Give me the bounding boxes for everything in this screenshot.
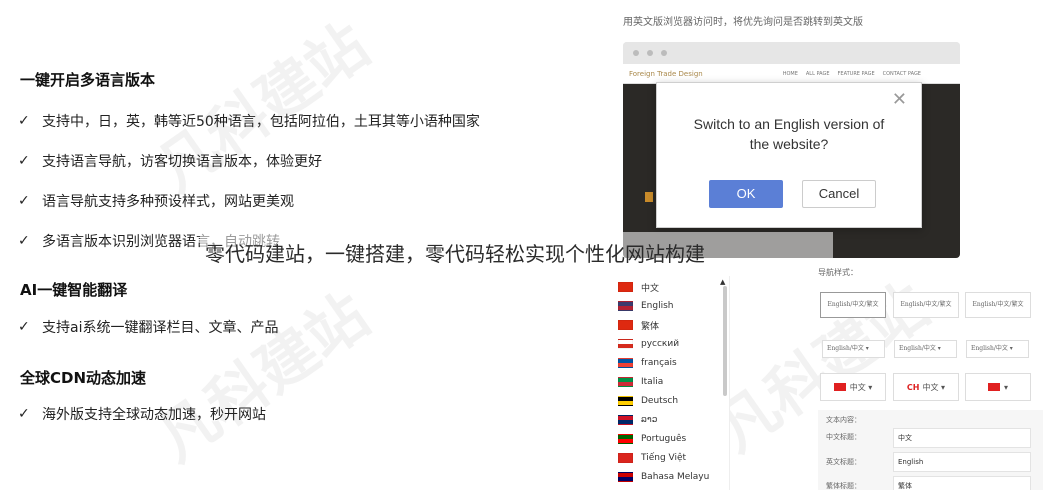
section-title-ai-translate: AI一键智能翻译 [20,281,128,299]
nav-style-dropdown[interactable]: English/中文 ▾ [894,340,957,358]
feature-text: 语言导航支持多种预设样式，网站更美观 [42,194,294,210]
flag-dropdown-label: 中文 ▾ [922,382,946,392]
section-title-cdn: 全球CDN动态加速 [20,369,147,387]
window-dot-icon [647,50,653,56]
check-icon: ✓ [18,319,30,335]
nav-style-flag-dropdown[interactable]: 中文 ▾ [820,373,886,401]
window-dot-icon [661,50,667,56]
check-icon: ✓ [18,113,30,129]
flag-icon [618,339,633,349]
content-row-label: 英文标题： [826,458,861,466]
language-option[interactable]: Italia [618,374,663,390]
feature-item: ✓ 语言导航支持多种预设样式，网站更美观 [18,191,294,211]
browser-redirect-caption: 用英文版浏览器访问时，将优先询问是否跳转到英文版 [623,17,863,28]
language-list: ▲ 中文 English 繁体 русский français Italia Deutsc… [612,276,730,490]
content-row-label: 中文标题： [826,433,861,441]
title-input[interactable]: 繁体 [893,476,1031,490]
flag-icon [618,320,633,330]
cancel-button[interactable]: Cancel [802,180,876,208]
flag-icon [618,434,633,444]
flag-icon [618,377,633,387]
nav-style-dropdown[interactable]: English/中文 ▾ [822,340,885,358]
language-option[interactable]: Tiếng Việt [618,450,686,466]
flag-icon [618,301,633,311]
site-nav-item[interactable]: FEATURE PAGE [838,71,875,77]
language-label: français [641,358,677,368]
language-option[interactable]: ລາວ [618,412,657,428]
language-label: Bahasa Melayu [641,472,710,482]
feature-item: ✓ 支持ai系统一键翻译栏目、文章、产品 [18,317,278,337]
language-label: Português [641,434,687,444]
china-flag-icon [987,383,1000,391]
check-icon: ✓ [18,153,30,169]
check-icon: ✓ [18,233,30,249]
content-row-label: 繁体标题： [826,482,861,490]
language-label: русский [641,339,680,349]
language-label: 中文 [641,283,660,294]
content-header: 文本内容： [826,416,861,424]
nav-style-option[interactable]: English/中文/繁文 [965,292,1031,318]
language-label: English [641,301,674,311]
nav-style-option[interactable]: English/中文/繁文 [820,292,886,318]
english-version-dialog: ✕ Switch to an English version of the we… [656,82,922,228]
flag-icon [618,396,633,406]
language-label: ລາວ [641,415,658,425]
check-icon: ✓ [18,193,30,209]
language-option[interactable]: Deutsch [618,393,678,409]
nav-style-flag-dropdown[interactable]: ▾ [965,373,1031,401]
language-label: 繁体 [641,321,660,332]
feature-item: ✓ 支持语言导航，访客切换语言版本，体验更好 [18,151,322,171]
window-dot-icon [633,50,639,56]
feature-text: 支持中，日，英，韩等近50种语言，包括阿拉伯，土耳其等小语种国家 [42,114,480,130]
language-option[interactable]: Português [618,431,686,447]
flag-icon [618,415,633,425]
site-nav-item[interactable]: ALL PAGE [806,71,830,77]
flag-icon [618,453,633,463]
section-title-multilang: 一键开启多语言版本 [20,71,156,89]
title-input[interactable]: 中文 [893,428,1031,448]
nav-style-flag-dropdown[interactable]: CH 中文 ▾ [893,373,959,401]
scrollbar[interactable] [723,286,727,396]
flag-icon [618,472,633,482]
feature-text: 海外版支持全球动态加速，秒开网站 [42,407,266,423]
site-nav-item[interactable]: HOME [783,71,798,77]
language-option[interactable]: 中文 [618,279,659,295]
dialog-message: Switch to an English version of the webs… [657,114,921,154]
ch-badge: CH [906,382,920,392]
site-nav-item[interactable]: CONTACT PAGE [883,71,921,77]
flag-icon [618,282,633,292]
language-option[interactable]: Bahasa Melayu [618,469,709,485]
browser-titlebar [623,42,960,64]
ok-button[interactable]: OK [709,180,783,208]
flag-dropdown-label: ▾ [1003,382,1008,392]
flag-dropdown-label: 中文 ▾ [849,382,873,392]
dialog-message-line: the website? [749,136,829,152]
feature-text: 支持ai系统一键翻译栏目、文章、产品 [42,320,279,336]
language-option[interactable]: English [618,298,674,314]
language-label: Italia [641,377,664,387]
title-input[interactable]: English [893,452,1031,472]
flag-icon [618,358,633,368]
scroll-up-icon[interactable]: ▲ [720,278,725,286]
language-option[interactable]: 繁体 [618,317,659,333]
language-option[interactable]: русский [618,336,679,352]
site-nav: Foreign Trade Design HOME ALL PAGE FEATU… [623,64,960,84]
language-label: Deutsch [641,396,679,406]
nav-style-option[interactable]: English/中文/繁文 [893,292,959,318]
feature-text: 支持语言导航，访客切换语言版本，体验更好 [42,154,322,170]
china-flag-icon [833,383,846,391]
dialog-message-line: Switch to an English version of [693,116,885,132]
nav-style-dropdown[interactable]: English/中文 ▾ [966,340,1029,358]
feature-item: ✓ 支持中，日，英，韩等近50种语言，包括阿拉伯，土耳其等小语种国家 [18,111,480,131]
language-label: Tiếng Việt [641,453,687,463]
hero-accent [645,192,653,202]
check-icon: ✓ [18,406,30,422]
close-icon[interactable]: ✕ [892,91,907,109]
site-brand: Foreign Trade Design [629,69,703,78]
overlay-banner-text: 零代码建站，一键搭建，零代码轻松实现个性化网站构建 [205,242,705,266]
feature-item: ✓ 海外版支持全球动态加速，秒开网站 [18,404,266,424]
language-option[interactable]: français [618,355,677,371]
nav-style-header: 导航样式： [818,268,858,277]
